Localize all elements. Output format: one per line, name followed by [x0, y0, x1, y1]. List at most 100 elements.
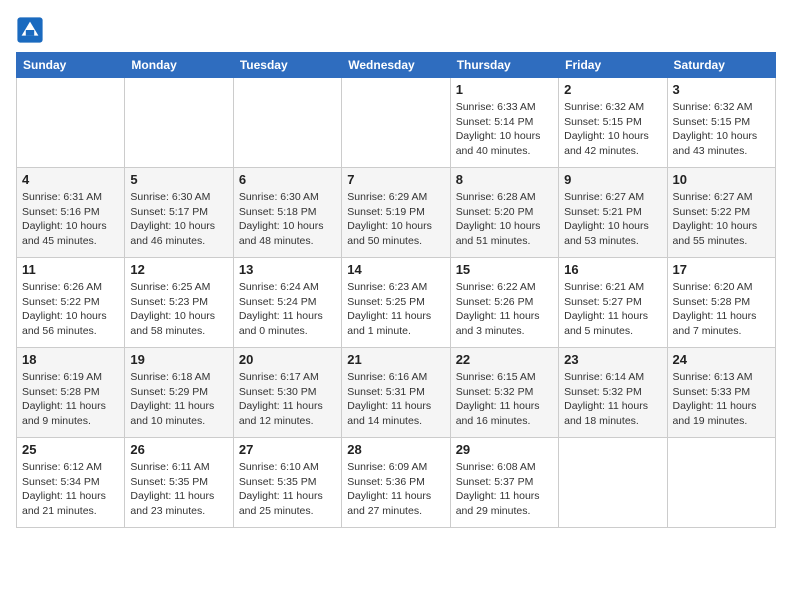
calendar-cell: 9 Sunrise: 6:27 AMSunset: 5:21 PMDaylight… [559, 168, 667, 258]
logo-icon [16, 16, 44, 44]
calendar-cell: 26 Sunrise: 6:11 AMSunset: 5:35 PMDayligh… [125, 438, 233, 528]
logo [16, 16, 46, 44]
calendar-cell: 2 Sunrise: 6:32 AMSunset: 5:15 PMDaylight… [559, 78, 667, 168]
calendar-cell: 29 Sunrise: 6:08 AMSunset: 5:37 PMDayligh… [450, 438, 558, 528]
calendar-cell: 6 Sunrise: 6:30 AMSunset: 5:18 PMDaylight… [233, 168, 341, 258]
day-number: 13 [239, 262, 336, 277]
day-number: 18 [22, 352, 119, 367]
weekday-header-cell: Thursday [450, 53, 558, 78]
day-info: Sunrise: 6:18 AMSunset: 5:29 PMDaylight:… [130, 370, 227, 429]
calendar-cell: 12 Sunrise: 6:25 AMSunset: 5:23 PMDayligh… [125, 258, 233, 348]
calendar-cell: 28 Sunrise: 6:09 AMSunset: 5:36 PMDayligh… [342, 438, 450, 528]
calendar-cell: 14 Sunrise: 6:23 AMSunset: 5:25 PMDayligh… [342, 258, 450, 348]
day-info: Sunrise: 6:32 AMSunset: 5:15 PMDaylight:… [564, 100, 661, 159]
weekday-header-cell: Sunday [17, 53, 125, 78]
calendar-cell: 21Sunrise: 6:16 AMSunset: 5:31 PMDayligh… [342, 348, 450, 438]
day-number: 21 [347, 352, 444, 367]
day-info: Sunrise: 6:25 AMSunset: 5:23 PMDaylight:… [130, 280, 227, 339]
calendar-cell: 8 Sunrise: 6:28 AMSunset: 5:20 PMDaylight… [450, 168, 558, 258]
calendar-cell: 5Sunrise: 6:30 AMSunset: 5:17 PMDaylight… [125, 168, 233, 258]
calendar-cell [559, 438, 667, 528]
day-number: 22 [456, 352, 553, 367]
page-header [16, 16, 776, 44]
day-info: Sunrise: 6:14 AMSunset: 5:32 PMDaylight:… [564, 370, 661, 429]
calendar-cell: 16 Sunrise: 6:21 AMSunset: 5:27 PMDayligh… [559, 258, 667, 348]
day-info: Sunrise: 6:11 AMSunset: 5:35 PMDaylight:… [130, 460, 227, 519]
calendar-week-row: 1Sunrise: 6:33 AMSunset: 5:14 PMDaylight… [17, 78, 776, 168]
day-info: Sunrise: 6:10 AMSunset: 5:35 PMDaylight:… [239, 460, 336, 519]
calendar-cell: 11 Sunrise: 6:26 AMSunset: 5:22 PMDayligh… [17, 258, 125, 348]
day-info: Sunrise: 6:24 AMSunset: 5:24 PMDaylight:… [239, 280, 336, 339]
day-number: 24 [673, 352, 770, 367]
day-number: 11 [22, 262, 119, 277]
day-number: 10 [673, 172, 770, 187]
calendar-cell [233, 78, 341, 168]
calendar-cell: 23 Sunrise: 6:14 AMSunset: 5:32 PMDayligh… [559, 348, 667, 438]
day-info: Sunrise: 6:08 AMSunset: 5:37 PMDaylight:… [456, 460, 553, 519]
calendar-cell: 1Sunrise: 6:33 AMSunset: 5:14 PMDaylight… [450, 78, 558, 168]
day-info: Sunrise: 6:23 AMSunset: 5:25 PMDaylight:… [347, 280, 444, 339]
day-info: Sunrise: 6:21 AMSunset: 5:27 PMDaylight:… [564, 280, 661, 339]
day-number: 4 [22, 172, 119, 187]
calendar-body: 1Sunrise: 6:33 AMSunset: 5:14 PMDaylight… [17, 78, 776, 528]
calendar-cell: 10 Sunrise: 6:27 AMSunset: 5:22 PMDayligh… [667, 168, 775, 258]
calendar-cell: 4 Sunrise: 6:31 AMSunset: 5:16 PMDaylight… [17, 168, 125, 258]
day-info: Sunrise: 6:27 AMSunset: 5:21 PMDaylight:… [564, 190, 661, 249]
day-info: Sunrise: 6:30 AMSunset: 5:18 PMDaylight:… [239, 190, 336, 249]
day-number: 16 [564, 262, 661, 277]
weekday-header-cell: Wednesday [342, 53, 450, 78]
weekday-header-cell: Saturday [667, 53, 775, 78]
day-number: 2 [564, 82, 661, 97]
calendar-cell [342, 78, 450, 168]
day-number: 17 [673, 262, 770, 277]
day-info: Sunrise: 6:26 AMSunset: 5:22 PMDaylight:… [22, 280, 119, 339]
calendar-week-row: 11 Sunrise: 6:26 AMSunset: 5:22 PMDayligh… [17, 258, 776, 348]
calendar-cell: 20Sunrise: 6:17 AMSunset: 5:30 PMDayligh… [233, 348, 341, 438]
day-number: 3 [673, 82, 770, 97]
day-info: Sunrise: 6:29 AMSunset: 5:19 PMDaylight:… [347, 190, 444, 249]
day-info: Sunrise: 6:30 AMSunset: 5:17 PMDaylight:… [130, 190, 227, 249]
day-number: 26 [130, 442, 227, 457]
calendar-cell: 13 Sunrise: 6:24 AMSunset: 5:24 PMDayligh… [233, 258, 341, 348]
day-number: 27 [239, 442, 336, 457]
day-info: Sunrise: 6:27 AMSunset: 5:22 PMDaylight:… [673, 190, 770, 249]
day-number: 9 [564, 172, 661, 187]
weekday-header-cell: Friday [559, 53, 667, 78]
day-number: 15 [456, 262, 553, 277]
calendar-cell: 19 Sunrise: 6:18 AMSunset: 5:29 PMDayligh… [125, 348, 233, 438]
day-number: 20 [239, 352, 336, 367]
day-info: Sunrise: 6:19 AMSunset: 5:28 PMDaylight:… [22, 370, 119, 429]
day-info: Sunrise: 6:20 AMSunset: 5:28 PMDaylight:… [673, 280, 770, 339]
day-number: 14 [347, 262, 444, 277]
calendar-cell: 25Sunrise: 6:12 AMSunset: 5:34 PMDayligh… [17, 438, 125, 528]
day-number: 8 [456, 172, 553, 187]
day-info: Sunrise: 6:31 AMSunset: 5:16 PMDaylight:… [22, 190, 119, 249]
calendar-cell: 3 Sunrise: 6:32 AMSunset: 5:15 PMDaylight… [667, 78, 775, 168]
calendar-cell [125, 78, 233, 168]
calendar-table: SundayMondayTuesdayWednesdayThursdayFrid… [16, 52, 776, 528]
weekday-header-cell: Tuesday [233, 53, 341, 78]
calendar-cell: 7 Sunrise: 6:29 AMSunset: 5:19 PMDaylight… [342, 168, 450, 258]
day-number: 23 [564, 352, 661, 367]
day-number: 1 [456, 82, 553, 97]
weekday-header-row: SundayMondayTuesdayWednesdayThursdayFrid… [17, 53, 776, 78]
day-info: Sunrise: 6:32 AMSunset: 5:15 PMDaylight:… [673, 100, 770, 159]
day-number: 29 [456, 442, 553, 457]
day-info: Sunrise: 6:28 AMSunset: 5:20 PMDaylight:… [456, 190, 553, 249]
day-number: 6 [239, 172, 336, 187]
day-number: 7 [347, 172, 444, 187]
calendar-cell: 15 Sunrise: 6:22 AMSunset: 5:26 PMDayligh… [450, 258, 558, 348]
calendar-cell: 22 Sunrise: 6:15 AMSunset: 5:32 PMDayligh… [450, 348, 558, 438]
day-number: 25 [22, 442, 119, 457]
day-number: 28 [347, 442, 444, 457]
calendar-cell: 24 Sunrise: 6:13 AMSunset: 5:33 PMDayligh… [667, 348, 775, 438]
calendar-week-row: 18 Sunrise: 6:19 AMSunset: 5:28 PMDayligh… [17, 348, 776, 438]
day-number: 12 [130, 262, 227, 277]
day-number: 19 [130, 352, 227, 367]
day-info: Sunrise: 6:22 AMSunset: 5:26 PMDaylight:… [456, 280, 553, 339]
day-info: Sunrise: 6:15 AMSunset: 5:32 PMDaylight:… [456, 370, 553, 429]
calendar-cell: 18 Sunrise: 6:19 AMSunset: 5:28 PMDayligh… [17, 348, 125, 438]
day-info: Sunrise: 6:09 AMSunset: 5:36 PMDaylight:… [347, 460, 444, 519]
calendar-cell [667, 438, 775, 528]
day-info: Sunrise: 6:13 AMSunset: 5:33 PMDaylight:… [673, 370, 770, 429]
